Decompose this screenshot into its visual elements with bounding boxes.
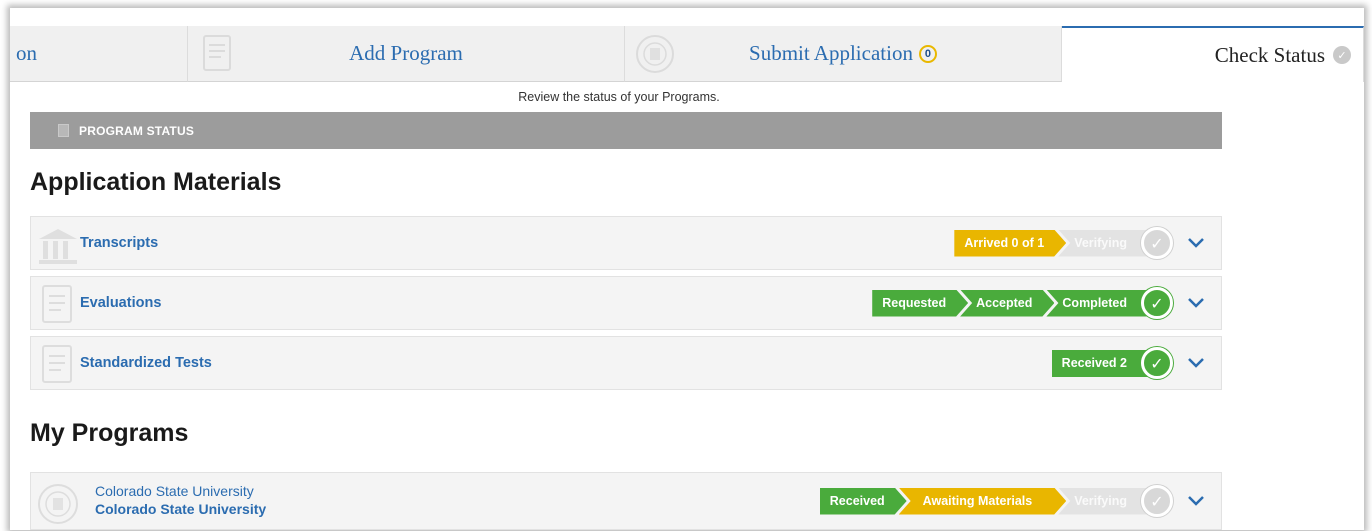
chevron-down-icon[interactable]	[1187, 297, 1205, 309]
tab-add-program[interactable]: Add Program	[188, 26, 625, 82]
tab-check-status-label: Check Status	[1214, 42, 1325, 67]
document-icon	[42, 345, 72, 383]
document-icon	[203, 35, 231, 71]
tab-submit-application[interactable]: Submit Application 0	[625, 26, 1062, 82]
seal-icon	[636, 35, 674, 73]
standardized-tests-label[interactable]: Standardized Tests	[80, 355, 212, 371]
submit-count-badge: 0	[918, 44, 937, 63]
status-step: Arrived 0 of 1	[954, 230, 1066, 257]
check-icon: ✓	[1141, 347, 1173, 379]
tab-previous[interactable]: on	[10, 26, 188, 82]
standardized-tests-status-steps: Received 2 ✓	[1051, 337, 1173, 389]
program-status-steps: Received Awaiting Materials Verifying ✓	[820, 473, 1173, 529]
program-institution[interactable]: Colorado State University	[95, 483, 254, 499]
status-step: Accepted	[960, 290, 1054, 317]
review-instruction: Review the status of your Programs.	[518, 90, 720, 104]
check-icon: ✓	[1141, 485, 1173, 517]
program-status-header: PROGRAM STATUS	[30, 112, 1222, 149]
check-icon: ✓	[1141, 227, 1173, 259]
institution-icon	[39, 229, 77, 264]
check-icon: ✓	[1333, 46, 1351, 64]
program-name[interactable]: Colorado State University	[95, 501, 266, 517]
program-status-label: PROGRAM STATUS	[79, 123, 195, 138]
material-row-evaluations[interactable]: Evaluations Requested Accepted Completed…	[30, 276, 1222, 330]
material-row-standardized-tests[interactable]: Standardized Tests Received 2 ✓	[30, 336, 1222, 390]
chevron-down-icon[interactable]	[1187, 237, 1205, 249]
material-row-transcripts[interactable]: Transcripts Arrived 0 of 1 Verifying ✓	[30, 216, 1222, 270]
evaluations-label[interactable]: Evaluations	[80, 295, 161, 311]
chevron-down-icon[interactable]	[1187, 357, 1205, 369]
evaluations-status-steps: Requested Accepted Completed ✓	[872, 277, 1173, 329]
document-icon	[42, 285, 72, 323]
chevron-down-icon[interactable]	[1187, 495, 1205, 507]
application-materials-title: Application Materials	[30, 168, 282, 196]
tab-check-status[interactable]: Check Status ✓	[1062, 26, 1364, 82]
tab-add-program-label: Add Program	[349, 41, 463, 65]
program-row-colorado-state[interactable]: Colorado State University Colorado State…	[30, 472, 1222, 530]
status-step: Received	[820, 488, 907, 515]
tab-bar: on Add Program Submit Application 0 Chec…	[10, 26, 1364, 82]
document-icon	[58, 124, 69, 137]
check-icon: ✓	[1141, 287, 1173, 319]
application-frame: on Add Program Submit Application 0 Chec…	[10, 8, 1364, 530]
seal-icon	[38, 484, 78, 524]
transcripts-label[interactable]: Transcripts	[80, 235, 158, 251]
status-step: Awaiting Materials	[899, 488, 1067, 515]
tab-previous-label: on	[16, 41, 37, 65]
transcripts-status-steps: Arrived 0 of 1 Verifying ✓	[954, 217, 1173, 269]
my-programs-title: My Programs	[30, 419, 189, 447]
status-step: Requested	[872, 290, 968, 317]
tab-submit-application-label: Submit Application	[749, 41, 913, 65]
